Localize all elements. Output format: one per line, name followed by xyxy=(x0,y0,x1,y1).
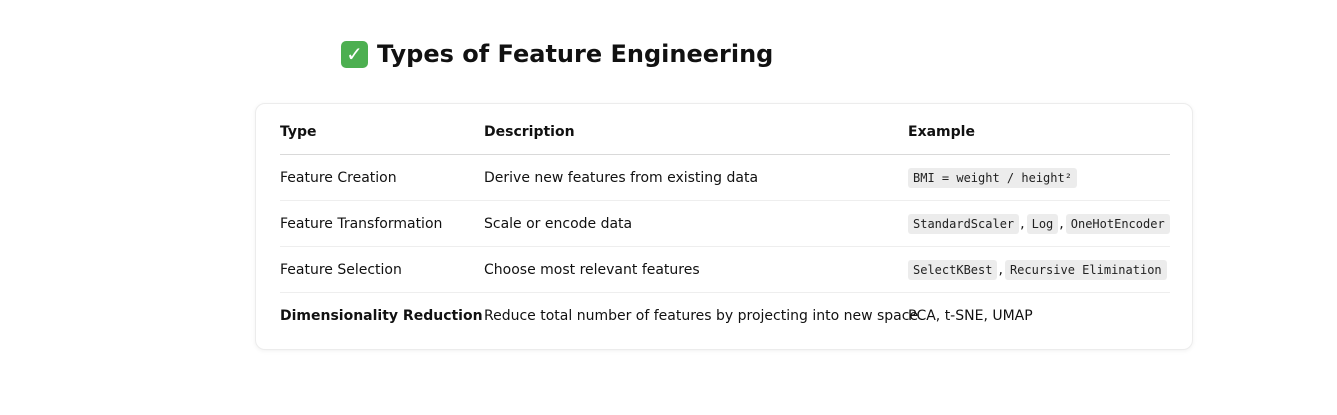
example-cell: BMI = weight / height² xyxy=(908,154,1170,201)
code-snippet: SelectKBest xyxy=(908,259,998,280)
code-snippet: BMI = weight / height² xyxy=(908,167,1077,188)
description-cell: Derive new features from existing data xyxy=(484,154,908,201)
example-cell: PCA, t-SNE, UMAP xyxy=(908,307,1033,324)
table-header-row: Type Description Example xyxy=(280,109,1170,155)
description-cell: Scale or encode data xyxy=(484,200,908,247)
code-snippet: OneHotEncoder xyxy=(1065,213,1170,234)
type-cell: Feature Creation xyxy=(280,154,484,201)
code-snippet: Log xyxy=(1026,213,1059,234)
code-snippet: StandardScaler xyxy=(908,213,1020,234)
example-cell: SelectKBest, Recursive Elimination xyxy=(908,246,1170,293)
check-mark-icon: ✓ xyxy=(341,40,368,68)
type-cell: Dimensionality Reduction xyxy=(280,307,483,324)
column-header-description: Description xyxy=(484,109,908,155)
separator: , xyxy=(1059,215,1064,232)
column-header-type: Type xyxy=(280,109,484,155)
example-cell: StandardScaler, Log, OneHotEncoder xyxy=(908,200,1170,247)
separator: , xyxy=(998,261,1003,278)
type-cell: Feature Transformation xyxy=(280,200,484,247)
page-title-text: Types of Feature Engineering xyxy=(377,40,774,68)
table-row: Feature Transformation Scale or encode d… xyxy=(280,200,1170,247)
table-row: Dimensionality Reduction Reduce total nu… xyxy=(280,293,1170,339)
description-cell: Reduce total number of features by proje… xyxy=(484,307,919,324)
code-snippet: Recursive Elimination xyxy=(1004,259,1167,280)
feature-engineering-table-card: Type Description Example Feature Creatio… xyxy=(255,103,1193,350)
feature-engineering-table: Type Description Example Feature Creatio… xyxy=(280,109,1170,338)
table-row: Feature Selection Choose most relevant f… xyxy=(280,246,1170,293)
separator: , xyxy=(1020,215,1025,232)
type-cell: Feature Selection xyxy=(280,246,484,293)
page-title: ✓ Types of Feature Engineering xyxy=(341,38,773,70)
column-header-example: Example xyxy=(908,109,1170,155)
description-cell: Choose most relevant features xyxy=(484,246,908,293)
table-row: Feature Creation Derive new features fro… xyxy=(280,154,1170,201)
